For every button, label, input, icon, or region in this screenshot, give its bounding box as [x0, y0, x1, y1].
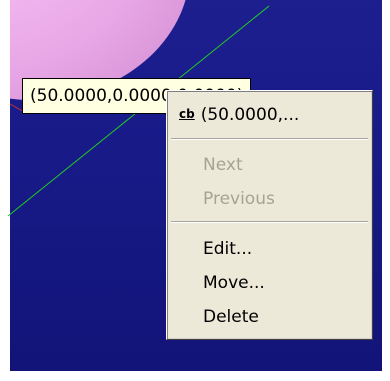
cb-icon: cb	[179, 106, 195, 121]
menu-item-header[interactable]: cb (50.0000,...	[171, 99, 368, 131]
menu-separator	[171, 138, 368, 140]
menu-item-edit-label: Edit...	[203, 239, 253, 259]
context-menu: cb (50.0000,... Next Previous Edit... Mov…	[166, 90, 373, 340]
menu-item-move[interactable]: Move...	[171, 267, 368, 299]
menu-item-delete[interactable]: Delete	[171, 301, 368, 333]
menu-item-next-label: Next	[203, 155, 243, 175]
menu-item-move-label: Move...	[203, 273, 265, 293]
menu-item-previous[interactable]: Previous	[171, 183, 368, 215]
menu-item-previous-label: Previous	[203, 189, 275, 209]
application-window: (50.0000,0.0000,0.0000) cb (50.0000,... N…	[0, 0, 390, 381]
menu-item-edit[interactable]: Edit...	[171, 233, 368, 265]
menu-separator	[171, 221, 368, 223]
menu-item-delete-label: Delete	[203, 307, 259, 327]
window-bottom-border	[0, 371, 390, 381]
menu-header-label: (50.0000,...	[200, 105, 300, 125]
menu-item-next[interactable]: Next	[171, 149, 368, 181]
